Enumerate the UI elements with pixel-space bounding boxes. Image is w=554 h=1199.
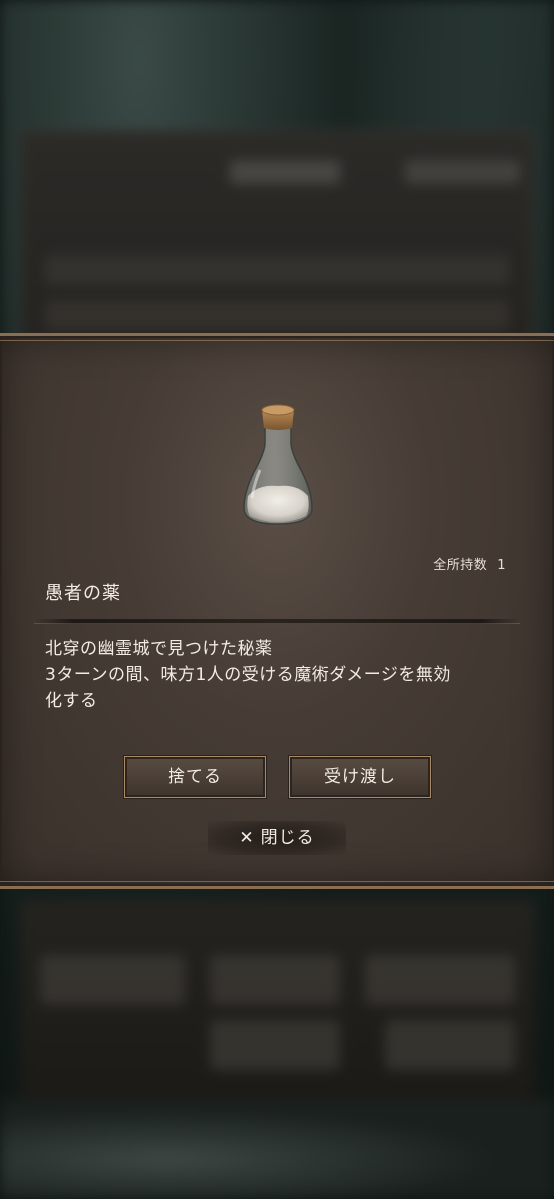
owned-count-value: 1 — [497, 558, 506, 573]
discard-button[interactable]: 捨てる — [124, 756, 266, 798]
background-button — [385, 1020, 515, 1070]
screen: 全所持数 1 愚者の薬 北穿の幽霊城で見つけた秘薬 3ターンの間、味方1人の受ける… — [0, 0, 554, 1199]
transfer-button[interactable]: 受け渡し — [289, 756, 431, 798]
background-button — [210, 1020, 340, 1070]
item-description: 北穿の幽霊城で見つけた秘薬 3ターンの間、味方1人の受ける魔術ダメージを無効 化… — [45, 636, 505, 714]
background-row — [45, 255, 509, 285]
close-button[interactable]: ✕ 閉じる — [208, 821, 346, 855]
close-icon: ✕ — [239, 828, 255, 848]
close-button-label: 閉じる — [260, 828, 315, 848]
background-button — [210, 955, 340, 1005]
owned-count-label: 全所持数 — [433, 558, 488, 573]
description-line: 化する — [45, 691, 98, 711]
description-line: 3ターンの間、味方1人の受ける魔術ダメージを無効 — [45, 665, 451, 685]
divider — [34, 619, 520, 624]
background-header-secondary — [405, 160, 520, 184]
owned-count: 全所持数 1 — [433, 554, 506, 573]
background-row — [45, 300, 509, 330]
background-footer — [0, 1100, 554, 1199]
item-detail-dialog: 全所持数 1 愚者の薬 北穿の幽霊城で見つけた秘薬 3ターンの間、味方1人の受ける… — [0, 333, 554, 889]
item-name: 愚者の薬 — [45, 583, 121, 604]
background-button — [40, 955, 185, 1005]
background-header — [230, 160, 340, 184]
background-button — [365, 955, 515, 1005]
description-line: 北穿の幽霊城で見つけた秘薬 — [45, 639, 273, 659]
potion-bottle-icon — [243, 404, 313, 525]
